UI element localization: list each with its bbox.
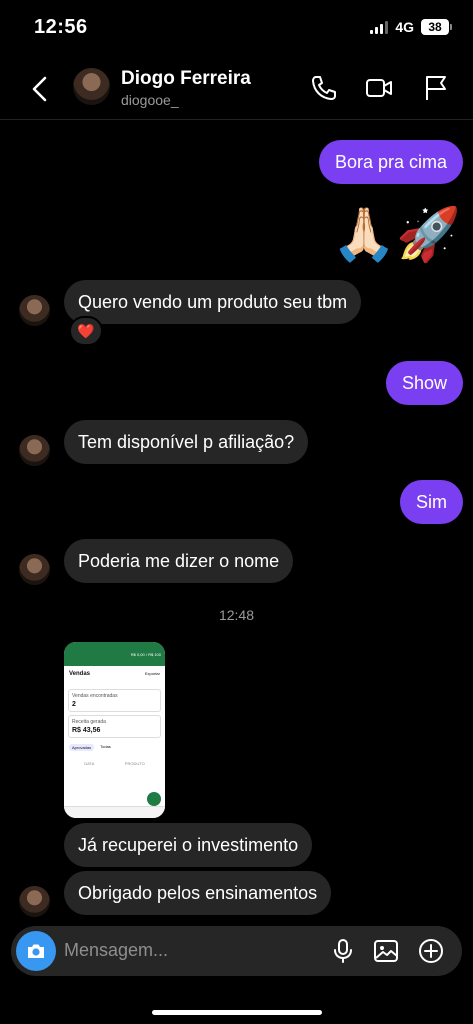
home-indicator <box>152 1010 322 1015</box>
camera-icon <box>28 944 44 958</box>
network-type: 4G <box>395 19 414 35</box>
signal-icon <box>370 20 389 34</box>
avatar[interactable] <box>19 435 50 466</box>
message-incoming[interactable]: Obrigado pelos ensinamentos <box>64 871 332 915</box>
add-icon[interactable] <box>417 937 445 965</box>
message-incoming[interactable]: Poderia me dizer o nome <box>64 539 294 583</box>
avatar[interactable] <box>19 886 50 917</box>
message-incoming[interactable]: Tem disponível p afiliação? <box>64 420 309 464</box>
message-timestamp: 12:48 <box>218 607 255 623</box>
gallery-icon[interactable] <box>372 937 400 965</box>
status-time: 12:56 <box>34 16 88 38</box>
shared-image-header: R$ 0,00 / R$ 100 <box>64 642 165 666</box>
chat-header: Diogo Ferreira diogooe_ <box>0 58 473 120</box>
message-input[interactable]: Mensagem... <box>64 940 168 961</box>
camera-button[interactable] <box>16 931 56 971</box>
microphone-icon[interactable] <box>329 937 357 965</box>
phone-icon[interactable] <box>310 74 338 102</box>
contact-name[interactable]: Diogo Ferreira <box>121 68 251 90</box>
emoji-message[interactable]: 🙏🏻🚀 <box>332 203 462 267</box>
message-outgoing[interactable]: Bora pra cima <box>318 140 463 184</box>
battery-icon: 38 <box>421 19 452 35</box>
back-icon[interactable] <box>28 74 52 104</box>
reaction-heart[interactable]: ❤️ <box>69 316 103 346</box>
avatar[interactable] <box>19 295 50 326</box>
avatar[interactable] <box>73 68 110 105</box>
avatar[interactable] <box>19 554 50 585</box>
message-incoming[interactable]: Já recuperei o investimento <box>64 823 313 867</box>
flag-icon[interactable] <box>422 74 450 102</box>
message-incoming[interactable]: Quero vendo um produto seu tbm <box>64 280 362 324</box>
status-indicators: 4G 38 <box>370 19 452 35</box>
message-outgoing[interactable]: Sim <box>400 480 463 524</box>
message-outgoing[interactable]: Show <box>385 361 463 405</box>
video-call-icon[interactable] <box>365 74 393 102</box>
message-composer: Mensagem... <box>11 926 462 976</box>
status-bar: 12:56 4G 38 <box>0 0 473 58</box>
contact-username[interactable]: diogooe_ <box>121 92 179 108</box>
shared-image[interactable]: R$ 0,00 / R$ 100 Vendas Exportar Vendas … <box>64 642 165 818</box>
